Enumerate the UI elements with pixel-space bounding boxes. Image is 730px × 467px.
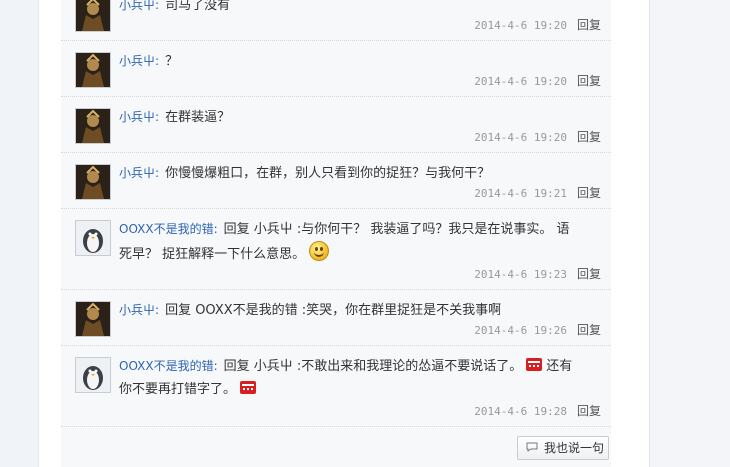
reply-button[interactable]: 回复 — [577, 404, 601, 418]
reply-button[interactable]: 回复 — [577, 267, 601, 281]
reply-item: OOXX不是我的错: 回复 小兵屮 :与你何干？ 我装逼了吗？我只是在说事实。 语… — [61, 209, 611, 290]
reply-item: 小兵屮: ？ 2014-4-6 19:20 回复 — [61, 41, 611, 97]
comment-icon — [526, 442, 538, 452]
reply-meta: 2014-4-6 19:20 回复 — [474, 16, 601, 33]
username-link[interactable]: 小兵屮 — [119, 0, 155, 12]
warrior-avatar-icon — [76, 165, 110, 199]
reply-content: 小兵屮: 回复 OOXX不是我的错 :笑哭，你在群里捉狂是不关我事啊 — [119, 299, 603, 322]
penguin-avatar-icon — [76, 358, 110, 392]
warrior-avatar-icon — [76, 302, 110, 336]
reply-text-line1: 回复 小兵屮 :不敢出来和我理论的怂逼不要说话了。 — [223, 359, 523, 374]
reply-meta: 2014-4-6 19:26 回复 — [474, 321, 601, 338]
colon-separator: : — [155, 0, 160, 12]
username-link[interactable]: 小兵屮 — [119, 303, 155, 317]
reply-button[interactable]: 回复 — [577, 186, 601, 200]
reply-button[interactable]: 回复 — [577, 323, 601, 337]
user-avatar[interactable] — [75, 0, 111, 32]
reply-meta: 2014-4-6 19:21 回复 — [474, 184, 601, 201]
reply-content: OOXX不是我的错: 回复 小兵屮 :与你何干？ 我装逼了吗？我只是在说事实。 语… — [119, 218, 603, 266]
penguin-avatar-icon — [76, 221, 110, 255]
reply-time: 2014-4-6 19:26 — [474, 324, 567, 337]
reply-content: 小兵屮: ？ — [119, 50, 603, 73]
comment-panel: 小兵屮: 司马了没有 2014-4-6 19:20 回复 小兵屮: ？ 2014-4-… — [38, 0, 650, 467]
reply-content: 小兵屮: 你慢慢爆粗口，在群，别人只看到你的捉狂？与我何干？ — [119, 162, 603, 185]
reply-item: 小兵屮: 回复 OOXX不是我的错 :笑哭，你在群里捉狂是不关我事啊 2014-4… — [61, 290, 611, 346]
reply-button[interactable]: 回复 — [577, 130, 601, 144]
warrior-avatar-icon — [76, 53, 110, 87]
user-avatar[interactable] — [75, 164, 111, 200]
reply-button[interactable]: 回复 — [577, 18, 601, 32]
say-something-button[interactable]: 我也说一句 — [517, 436, 609, 460]
reply-item: 小兵屮: 你慢慢爆粗口，在群，别人只看到你的捉狂？与我何干？ 2014-4-6 1… — [61, 153, 611, 209]
colon-separator: : — [213, 222, 218, 236]
user-avatar[interactable] — [75, 220, 111, 256]
reply-content: 小兵屮: 在群装逼？ — [119, 106, 603, 129]
say-something-label: 我也说一句 — [544, 441, 605, 455]
reply-content: OOXX不是我的错: 回复 小兵屮 :不敢出来和我理论的怂逼不要说话了。 还有 你不… — [119, 355, 603, 401]
username-link[interactable]: 小兵屮 — [119, 166, 155, 180]
reply-text: 在群装逼？ — [165, 110, 231, 125]
colon-separator: : — [155, 303, 160, 317]
reply-button[interactable]: 回复 — [577, 74, 601, 88]
smile-emoji-icon — [309, 241, 330, 261]
reply-meta: 2014-4-6 19:23 回复 — [474, 265, 601, 282]
user-avatar[interactable] — [75, 357, 111, 393]
reply-item: 小兵屮: 在群装逼？ 2014-4-6 19:20 回复 — [61, 97, 611, 153]
reply-text: 你慢慢爆粗口，在群，别人只看到你的捉狂？与我何干？ — [165, 166, 491, 181]
colon-separator: : — [213, 359, 218, 373]
username-link[interactable]: OOXX不是我的错 — [119, 359, 214, 373]
username-link[interactable]: 小兵屮 — [119, 110, 155, 124]
colon-separator: : — [155, 54, 160, 68]
reply-time: 2014-4-6 19:21 — [474, 187, 567, 200]
reply-text-line1: 回复 小兵屮 :与你何干？ 我装逼了吗？我只是在说事实。 语 — [223, 222, 570, 237]
reply-list: 小兵屮: 司马了没有 2014-4-6 19:20 回复 小兵屮: ？ 2014-4-… — [61, 0, 611, 427]
username-link[interactable]: 小兵屮 — [119, 54, 155, 68]
reply-time: 2014-4-6 19:23 — [474, 268, 567, 281]
left-gutter — [0, 0, 38, 467]
user-avatar[interactable] — [75, 108, 111, 144]
user-avatar[interactable] — [75, 52, 111, 88]
reply-time: 2014-4-6 19:20 — [474, 19, 567, 32]
warrior-avatar-icon — [76, 109, 110, 143]
username-link[interactable]: OOXX不是我的错 — [119, 222, 214, 236]
reply-content: 小兵屮: 司马了没有 — [119, 0, 603, 17]
reply-time: 2014-4-6 19:28 — [474, 405, 567, 418]
reply-time: 2014-4-6 19:20 — [474, 75, 567, 88]
reply-meta: 2014-4-6 19:28 回复 — [474, 402, 601, 419]
red-angry-emoji-icon — [240, 381, 257, 394]
reply-text-line1b: 还有 — [546, 359, 573, 374]
reply-text-line2: 你不要再打错字了。 — [119, 382, 237, 397]
reply-meta: 2014-4-6 19:20 回复 — [474, 128, 601, 145]
colon-separator: : — [155, 110, 160, 124]
reply-time: 2014-4-6 19:20 — [474, 131, 567, 144]
reply-meta: 2014-4-6 19:20 回复 — [474, 72, 601, 89]
reply-text: 回复 OOXX不是我的错 :笑哭，你在群里捉狂是不关我事啊 — [165, 303, 502, 318]
reply-text: 司马了没有 — [165, 0, 231, 13]
reply-text-line2: 死早？ 捉狂解释一下什么意思。 — [119, 247, 306, 262]
warrior-avatar-icon — [76, 0, 110, 31]
colon-separator: : — [155, 166, 160, 180]
red-angry-emoji-icon — [526, 358, 543, 371]
reply-text: ？ — [165, 54, 179, 69]
reply-item: 小兵屮: 司马了没有 2014-4-6 19:20 回复 — [61, 0, 611, 41]
reply-item: OOXX不是我的错: 回复 小兵屮 :不敢出来和我理论的怂逼不要说话了。 还有 你不… — [61, 346, 611, 427]
user-avatar[interactable] — [75, 301, 111, 337]
reply-area: 小兵屮: 司马了没有 2014-4-6 19:20 回复 小兵屮: ？ 2014-4-… — [61, 0, 611, 467]
